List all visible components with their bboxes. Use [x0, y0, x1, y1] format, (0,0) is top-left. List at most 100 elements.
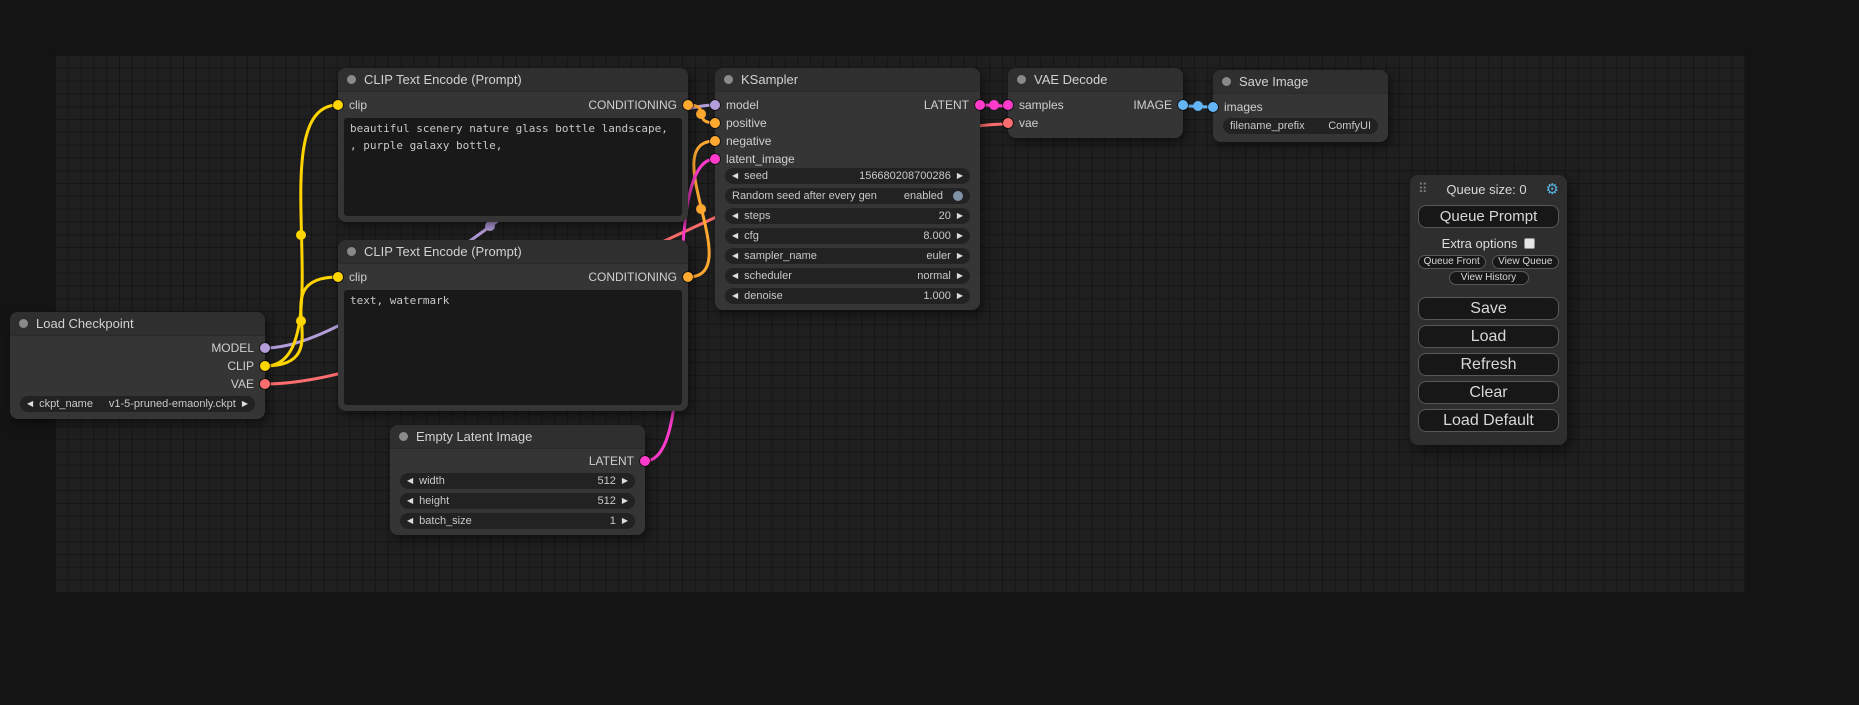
input-slot-images[interactable]: images — [1213, 100, 1263, 114]
next-arrow-icon[interactable]: ▶ — [957, 172, 963, 180]
node-load-checkpoint[interactable]: Load Checkpoint MODEL CLIP VAE — [10, 312, 265, 419]
next-arrow-icon[interactable]: ▶ — [957, 272, 963, 280]
settings-gear-icon[interactable]: ⚙ — [1546, 180, 1559, 198]
node-empty-latent-image[interactable]: Empty Latent Image LATENT ◀ width 512 ▶ … — [390, 425, 645, 535]
model-output-dot[interactable] — [260, 343, 270, 353]
widget-steps[interactable]: ◀ steps 20 ▶ — [725, 208, 970, 224]
widget-scheduler[interactable]: ◀ scheduler normal ▶ — [725, 268, 970, 284]
widget-ckpt-name[interactable]: ◀ ckpt_name v1-5-pruned-emaonly.ckpt ▶ — [20, 396, 255, 412]
input-slot-negative[interactable]: negative — [715, 134, 771, 148]
node-title-bar[interactable]: Load Checkpoint — [10, 312, 265, 336]
output-slot-clip[interactable]: CLIP — [227, 359, 265, 373]
node-title-bar[interactable]: CLIP Text Encode (Prompt) — [338, 240, 688, 264]
load-button[interactable]: Load — [1418, 325, 1559, 348]
collapse-dot-icon[interactable] — [724, 75, 733, 84]
next-arrow-icon[interactable]: ▶ — [242, 400, 248, 408]
node-title-bar[interactable]: VAE Decode — [1008, 68, 1183, 92]
clip-input-dot[interactable] — [333, 272, 343, 282]
prev-arrow-icon[interactable]: ◀ — [732, 252, 738, 260]
input-slot-positive[interactable]: positive — [715, 116, 767, 130]
prompt-text-area[interactable]: text, watermark — [344, 290, 682, 405]
conditioning-output-dot[interactable] — [683, 272, 693, 282]
widget-filename-prefix[interactable]: filename_prefix ComfyUI — [1223, 118, 1378, 134]
clip-output-dot[interactable] — [260, 361, 270, 371]
output-slot-image[interactable]: IMAGE — [1133, 98, 1183, 112]
prompt-text-area[interactable]: beautiful scenery nature glass bottle la… — [344, 118, 682, 216]
prev-arrow-icon[interactable]: ◀ — [407, 517, 413, 525]
widget-cfg[interactable]: ◀ cfg 8.000 ▶ — [725, 228, 970, 244]
input-slot-model[interactable]: model — [715, 98, 759, 112]
collapse-dot-icon[interactable] — [19, 319, 28, 328]
next-arrow-icon[interactable]: ▶ — [622, 477, 628, 485]
output-slot-vae[interactable]: VAE — [231, 377, 265, 391]
output-slot-conditioning[interactable]: CONDITIONING — [588, 270, 688, 284]
prev-arrow-icon[interactable]: ◀ — [732, 292, 738, 300]
output-slot-latent[interactable]: LATENT — [924, 98, 980, 112]
clear-button[interactable]: Clear — [1418, 381, 1559, 404]
prev-arrow-icon[interactable]: ◀ — [732, 172, 738, 180]
positive-input-dot[interactable] — [710, 118, 720, 128]
input-slot-vae[interactable]: vae — [1008, 116, 1038, 130]
node-title-bar[interactable]: Save Image — [1213, 70, 1388, 94]
collapse-dot-icon[interactable] — [347, 75, 356, 84]
next-arrow-icon[interactable]: ▶ — [957, 212, 963, 220]
input-slot-clip[interactable]: clip — [338, 270, 367, 284]
prev-arrow-icon[interactable]: ◀ — [407, 497, 413, 505]
comfyui-graph-canvas[interactable]: Load Checkpoint MODEL CLIP VAE — [0, 0, 1859, 705]
prev-arrow-icon[interactable]: ◀ — [407, 477, 413, 485]
model-input-dot[interactable] — [710, 100, 720, 110]
image-output-dot[interactable] — [1178, 100, 1188, 110]
widget-denoise[interactable]: ◀ denoise 1.000 ▶ — [725, 288, 970, 304]
save-button[interactable]: Save — [1418, 297, 1559, 320]
widget-height[interactable]: ◀ height 512 ▶ — [400, 493, 635, 509]
vae-output-dot[interactable] — [260, 379, 270, 389]
input-slot-samples[interactable]: samples — [1008, 98, 1064, 112]
widget-seed[interactable]: ◀ seed 156680208700286 ▶ — [725, 168, 970, 184]
latent-output-dot[interactable] — [975, 100, 985, 110]
next-arrow-icon[interactable]: ▶ — [957, 252, 963, 260]
queue-prompt-button[interactable]: Queue Prompt — [1418, 205, 1559, 228]
node-title-bar[interactable]: CLIP Text Encode (Prompt) — [338, 68, 688, 92]
input-slot-clip[interactable]: clip — [338, 98, 367, 112]
collapse-dot-icon[interactable] — [347, 247, 356, 256]
output-slot-model[interactable]: MODEL — [211, 341, 265, 355]
latent-output-dot[interactable] — [640, 456, 650, 466]
next-arrow-icon[interactable]: ▶ — [622, 497, 628, 505]
node-clip-text-encode-positive[interactable]: CLIP Text Encode (Prompt) clip CONDITION… — [338, 68, 688, 222]
view-queue-button[interactable]: View Queue — [1492, 255, 1560, 269]
clip-input-dot[interactable] — [333, 100, 343, 110]
input-slot-latent-image[interactable]: latent_image — [715, 152, 795, 166]
node-title-bar[interactable]: Empty Latent Image — [390, 425, 645, 449]
widget-width[interactable]: ◀ width 512 ▶ — [400, 473, 635, 489]
prev-arrow-icon[interactable]: ◀ — [732, 272, 738, 280]
widget-batch-size[interactable]: ◀ batch_size 1 ▶ — [400, 513, 635, 529]
node-ksampler[interactable]: KSampler model LATENT positive — [715, 68, 980, 310]
prev-arrow-icon[interactable]: ◀ — [732, 212, 738, 220]
view-history-button[interactable]: View History — [1449, 271, 1529, 285]
node-title-bar[interactable]: KSampler — [715, 68, 980, 92]
vae-input-dot[interactable] — [1003, 118, 1013, 128]
refresh-button[interactable]: Refresh — [1418, 353, 1559, 376]
extra-options-checkbox[interactable] — [1524, 238, 1535, 249]
prev-arrow-icon[interactable]: ◀ — [732, 232, 738, 240]
drag-handle-icon[interactable]: ⠿ — [1418, 181, 1428, 197]
next-arrow-icon[interactable]: ▶ — [622, 517, 628, 525]
next-arrow-icon[interactable]: ▶ — [957, 232, 963, 240]
collapse-dot-icon[interactable] — [1017, 75, 1026, 84]
node-clip-text-encode-negative[interactable]: CLIP Text Encode (Prompt) clip CONDITION… — [338, 240, 688, 411]
output-slot-conditioning[interactable]: CONDITIONING — [588, 98, 688, 112]
prev-arrow-icon[interactable]: ◀ — [27, 400, 33, 408]
collapse-dot-icon[interactable] — [1222, 77, 1231, 86]
samples-input-dot[interactable] — [1003, 100, 1013, 110]
node-save-image[interactable]: Save Image images filename_prefix ComfyU… — [1213, 70, 1388, 142]
queue-front-button[interactable]: Queue Front — [1418, 255, 1486, 269]
negative-input-dot[interactable] — [710, 136, 720, 146]
widget-sampler-name[interactable]: ◀ sampler_name euler ▶ — [725, 248, 970, 264]
latent-image-input-dot[interactable] — [710, 154, 720, 164]
widget-random-seed-toggle[interactable]: Random seed after every gen enabled — [725, 188, 970, 204]
toggle-dot-icon[interactable] — [953, 191, 963, 201]
conditioning-output-dot[interactable] — [683, 100, 693, 110]
node-vae-decode[interactable]: VAE Decode samples IMAGE vae — [1008, 68, 1183, 138]
load-default-button[interactable]: Load Default — [1418, 409, 1559, 432]
next-arrow-icon[interactable]: ▶ — [957, 292, 963, 300]
